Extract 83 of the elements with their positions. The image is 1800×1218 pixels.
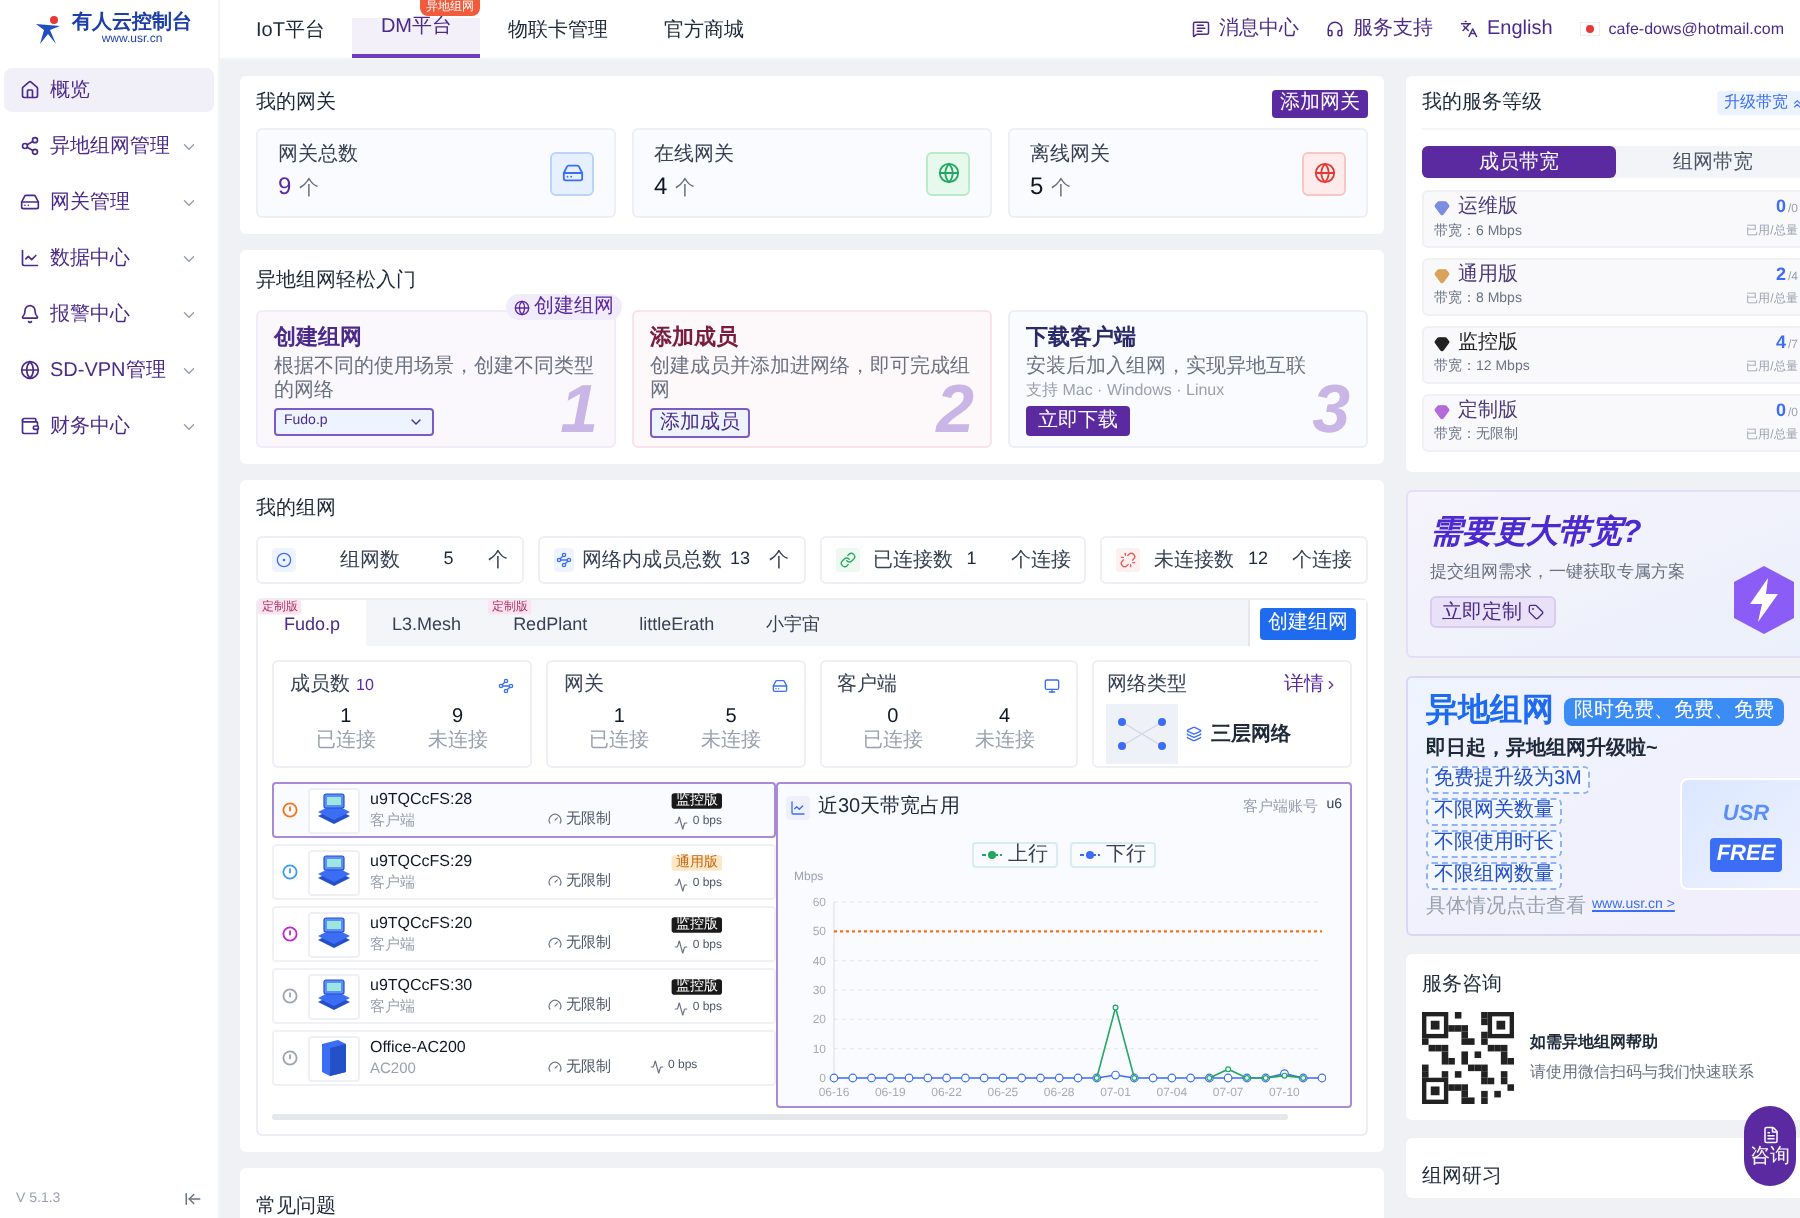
stat-unit: 个连接 bbox=[1292, 547, 1352, 575]
stat-unit: 个 bbox=[487, 547, 508, 575]
device-name: Office-AC200 bbox=[370, 1037, 468, 1057]
consult-headline: 如需异地组网帮助 bbox=[1530, 1031, 1660, 1055]
stat-label: 已连接数 bbox=[870, 547, 955, 575]
panel-title: 近30天带宽占用 bbox=[818, 793, 963, 822]
feature-tag: 不限网关数量 bbox=[1426, 798, 1562, 826]
count-value: 0 bbox=[887, 706, 899, 730]
network-type-value: 三层网络 bbox=[1210, 721, 1291, 749]
plan-name: 监控版 bbox=[1458, 332, 1518, 356]
plan-name: 运维版 bbox=[1458, 196, 1518, 220]
count-value: 4 bbox=[999, 706, 1011, 730]
device-name: u9TQCcFS:20 bbox=[370, 913, 475, 933]
legend-label: 下行 bbox=[1106, 842, 1146, 870]
device-name: u9TQCcFS:30 bbox=[370, 975, 475, 995]
stat-unit: 个 bbox=[769, 547, 789, 575]
feature-tag: 免费提升级为3M bbox=[1426, 766, 1590, 794]
stat-unit: 个连接 bbox=[1010, 547, 1071, 575]
section-title: 我的网关 bbox=[256, 89, 336, 118]
stat-label: 未连接数 bbox=[1152, 547, 1237, 575]
count-label: 已连接 bbox=[589, 730, 650, 754]
promo-headline: 即日起，异地组网升级啦~ bbox=[1426, 736, 1660, 762]
promo-subtitle: 提交组网需求，一键获取专属方案 bbox=[1430, 560, 1687, 586]
feature-tag: 不限组网数量 bbox=[1426, 862, 1562, 890]
stat-value: 1 bbox=[966, 546, 979, 573]
section-title: 组网研习 bbox=[1422, 1166, 1502, 1188]
promo-title: 需要更大带宽? bbox=[1430, 516, 1644, 552]
card-title: 成员数 bbox=[290, 671, 350, 700]
section-title: 我的组网 bbox=[256, 495, 338, 524]
plan-name: 定制版 bbox=[1458, 400, 1518, 424]
count-label: 已连接 bbox=[315, 730, 376, 754]
section-title: 异地组网轻松入门 bbox=[256, 267, 418, 296]
stat-label: 离线网关 bbox=[1030, 143, 1112, 167]
stat-unit: 个 bbox=[1051, 175, 1072, 203]
count-value: 1 bbox=[340, 706, 352, 730]
stat-unit: 个 bbox=[675, 175, 696, 203]
count-value: 9 bbox=[452, 706, 464, 730]
card-title: 网络类型 bbox=[1106, 671, 1187, 700]
card-title: 客户端 bbox=[837, 671, 897, 700]
illustration-label: FREE bbox=[1710, 838, 1782, 871]
section-title: 服务咨询 bbox=[1422, 972, 1504, 1000]
stat-label: 在线网关 bbox=[654, 143, 736, 167]
feature-tag: 不限使用时长 bbox=[1426, 830, 1562, 858]
count-value: 5 bbox=[725, 706, 737, 730]
promo-footer: 具体情况点击查看 bbox=[1426, 896, 1586, 918]
count-label: 未连接 bbox=[701, 730, 762, 754]
step-title: 下载客户端 bbox=[1026, 324, 1138, 352]
plan-used: 4 bbox=[1775, 332, 1786, 354]
promo-ribbon: 限时免费、免费、免费 bbox=[1564, 697, 1784, 725]
step-title: 创建组网 bbox=[274, 324, 364, 352]
plan-used: 0 bbox=[1775, 400, 1786, 422]
device-name: u9TQCcFS:28 bbox=[370, 789, 475, 809]
card-count: 10 bbox=[356, 673, 374, 697]
count-label: 未连接 bbox=[427, 730, 488, 754]
stat-label: 组网数 bbox=[337, 547, 402, 575]
plan-used: 0 bbox=[1775, 196, 1786, 218]
stat-unit: 个 bbox=[299, 175, 320, 203]
logo-title: 有人云控制台 bbox=[72, 14, 192, 34]
stat-label: 网关总数 bbox=[278, 143, 360, 167]
stat-value: 5 bbox=[1030, 169, 1044, 203]
illustration-label: USR bbox=[1722, 799, 1770, 829]
stat-value: 4 bbox=[654, 169, 668, 203]
consult-text: 请使用微信扫码与我们快速联系 bbox=[1530, 1061, 1754, 1085]
count-value: 1 bbox=[613, 706, 625, 730]
stat-value: 5 bbox=[443, 546, 456, 573]
step-title: 添加成员 bbox=[650, 324, 740, 352]
count-label: 已连接 bbox=[862, 730, 923, 754]
device-name: u9TQCcFS:29 bbox=[370, 851, 475, 871]
step-description: 安装后加入组网，实现异地互联 bbox=[1026, 356, 1308, 380]
card-title: 网关 bbox=[563, 671, 604, 700]
promo-title: 异地组网 bbox=[1426, 692, 1554, 730]
stat-value: 9 bbox=[278, 169, 292, 203]
count-label: 未连接 bbox=[974, 730, 1035, 754]
section-title: 常见问题 bbox=[256, 1196, 336, 1218]
step-number: 3 bbox=[1312, 374, 1350, 446]
stat-label: 网络内成员总数 bbox=[582, 547, 723, 575]
stat-value: 12 bbox=[1248, 546, 1271, 573]
section-title: 我的服务等级 bbox=[1422, 89, 1542, 118]
plan-name: 通用版 bbox=[1458, 264, 1518, 288]
plan-used: 2 bbox=[1775, 264, 1786, 286]
stat-value: 13 bbox=[730, 546, 753, 573]
legend-label: 上行 bbox=[1008, 841, 1048, 870]
platform-note: 支持 Mac · Windows · Linux bbox=[1026, 382, 1227, 400]
